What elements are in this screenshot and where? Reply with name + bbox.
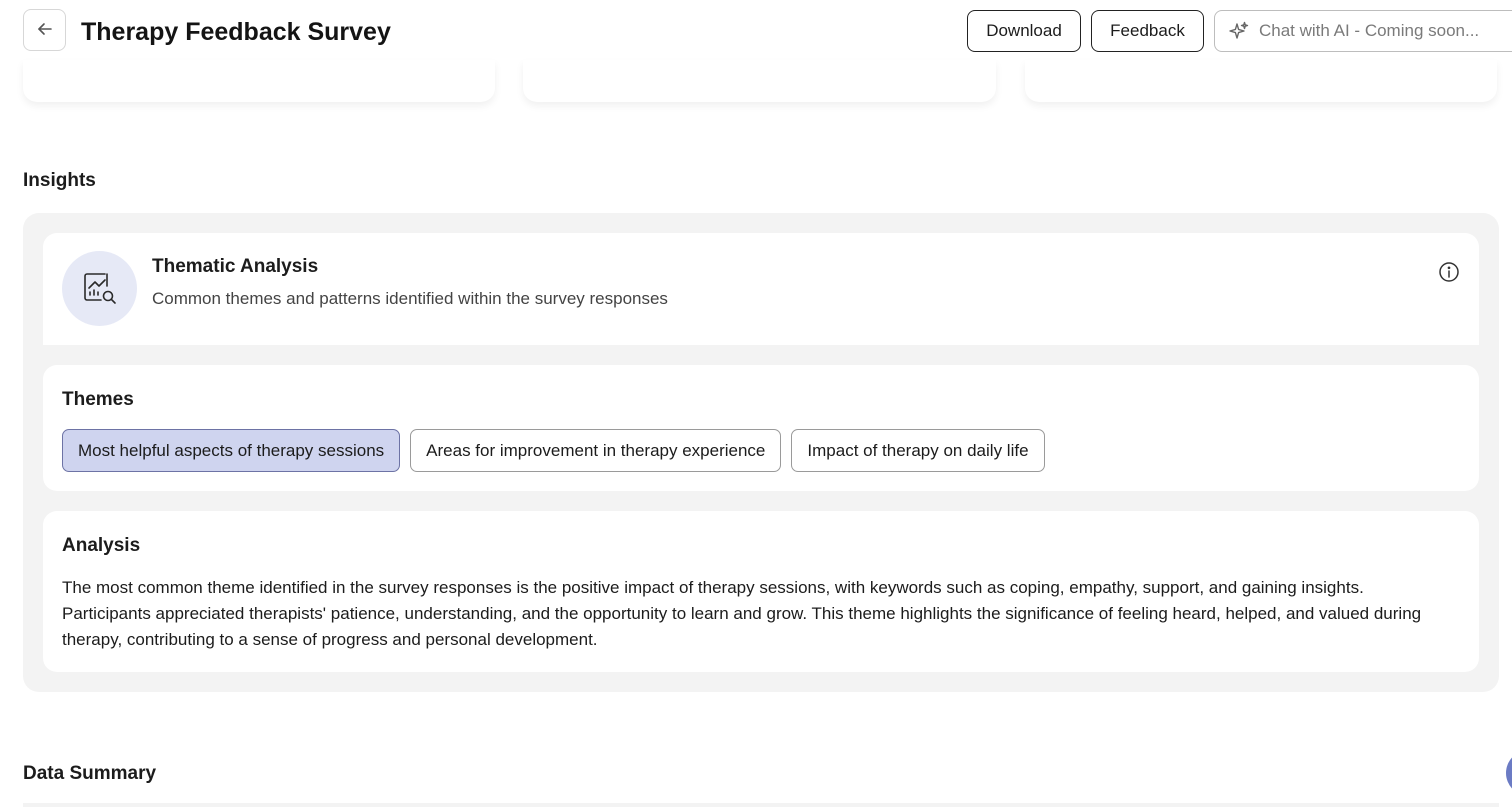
stat-card: [1025, 60, 1497, 102]
stat-card: [23, 60, 495, 102]
thematic-analysis-title: Thematic Analysis: [152, 256, 319, 277]
data-summary-panel: [23, 803, 1499, 807]
download-button[interactable]: Download: [967, 10, 1081, 52]
analysis-text: The most common theme identified in the …: [62, 578, 1422, 649]
page-title: Therapy Feedback Survey: [81, 18, 391, 46]
stat-card: [523, 60, 996, 102]
chat-with-ai-button[interactable]: Chat with AI - Coming soon...: [1214, 10, 1512, 52]
thematic-analysis-card: Thematic Analysis Common themes and patt…: [43, 233, 1479, 345]
data-summary-heading: Data Summary: [23, 763, 157, 784]
insights-heading: Insights: [23, 170, 96, 191]
back-button[interactable]: [23, 9, 66, 51]
feedback-button[interactable]: Feedback: [1091, 10, 1204, 52]
survey-page: Therapy Feedback Survey Download Feedbac…: [0, 0, 1512, 807]
sparkle-icon: [1229, 21, 1249, 41]
theme-chips: Most helpful aspects of therapy sessions…: [62, 429, 1045, 472]
theme-chip-areas-for-improvement[interactable]: Areas for improvement in therapy experie…: [410, 429, 782, 472]
chat-fab-button[interactable]: [1506, 750, 1512, 796]
theme-chip-impact-on-daily-life[interactable]: Impact of therapy on daily life: [791, 429, 1045, 472]
themes-heading: Themes: [62, 389, 134, 410]
analysis-card: Analysis The most common theme identifie…: [43, 511, 1479, 672]
analysis-heading: Analysis: [62, 535, 141, 556]
chart-magnifier-icon: [62, 251, 137, 326]
themes-card: Themes Most helpful aspects of therapy s…: [43, 365, 1479, 491]
insights-panel: Thematic Analysis Common themes and patt…: [23, 213, 1499, 692]
thematic-analysis-subtitle: Common themes and patterns identified wi…: [152, 289, 668, 308]
chat-with-ai-label: Chat with AI - Coming soon...: [1259, 21, 1480, 40]
theme-chip-most-helpful[interactable]: Most helpful aspects of therapy sessions: [62, 429, 401, 472]
info-icon[interactable]: [1437, 260, 1461, 284]
arrow-left-icon: [36, 20, 54, 41]
